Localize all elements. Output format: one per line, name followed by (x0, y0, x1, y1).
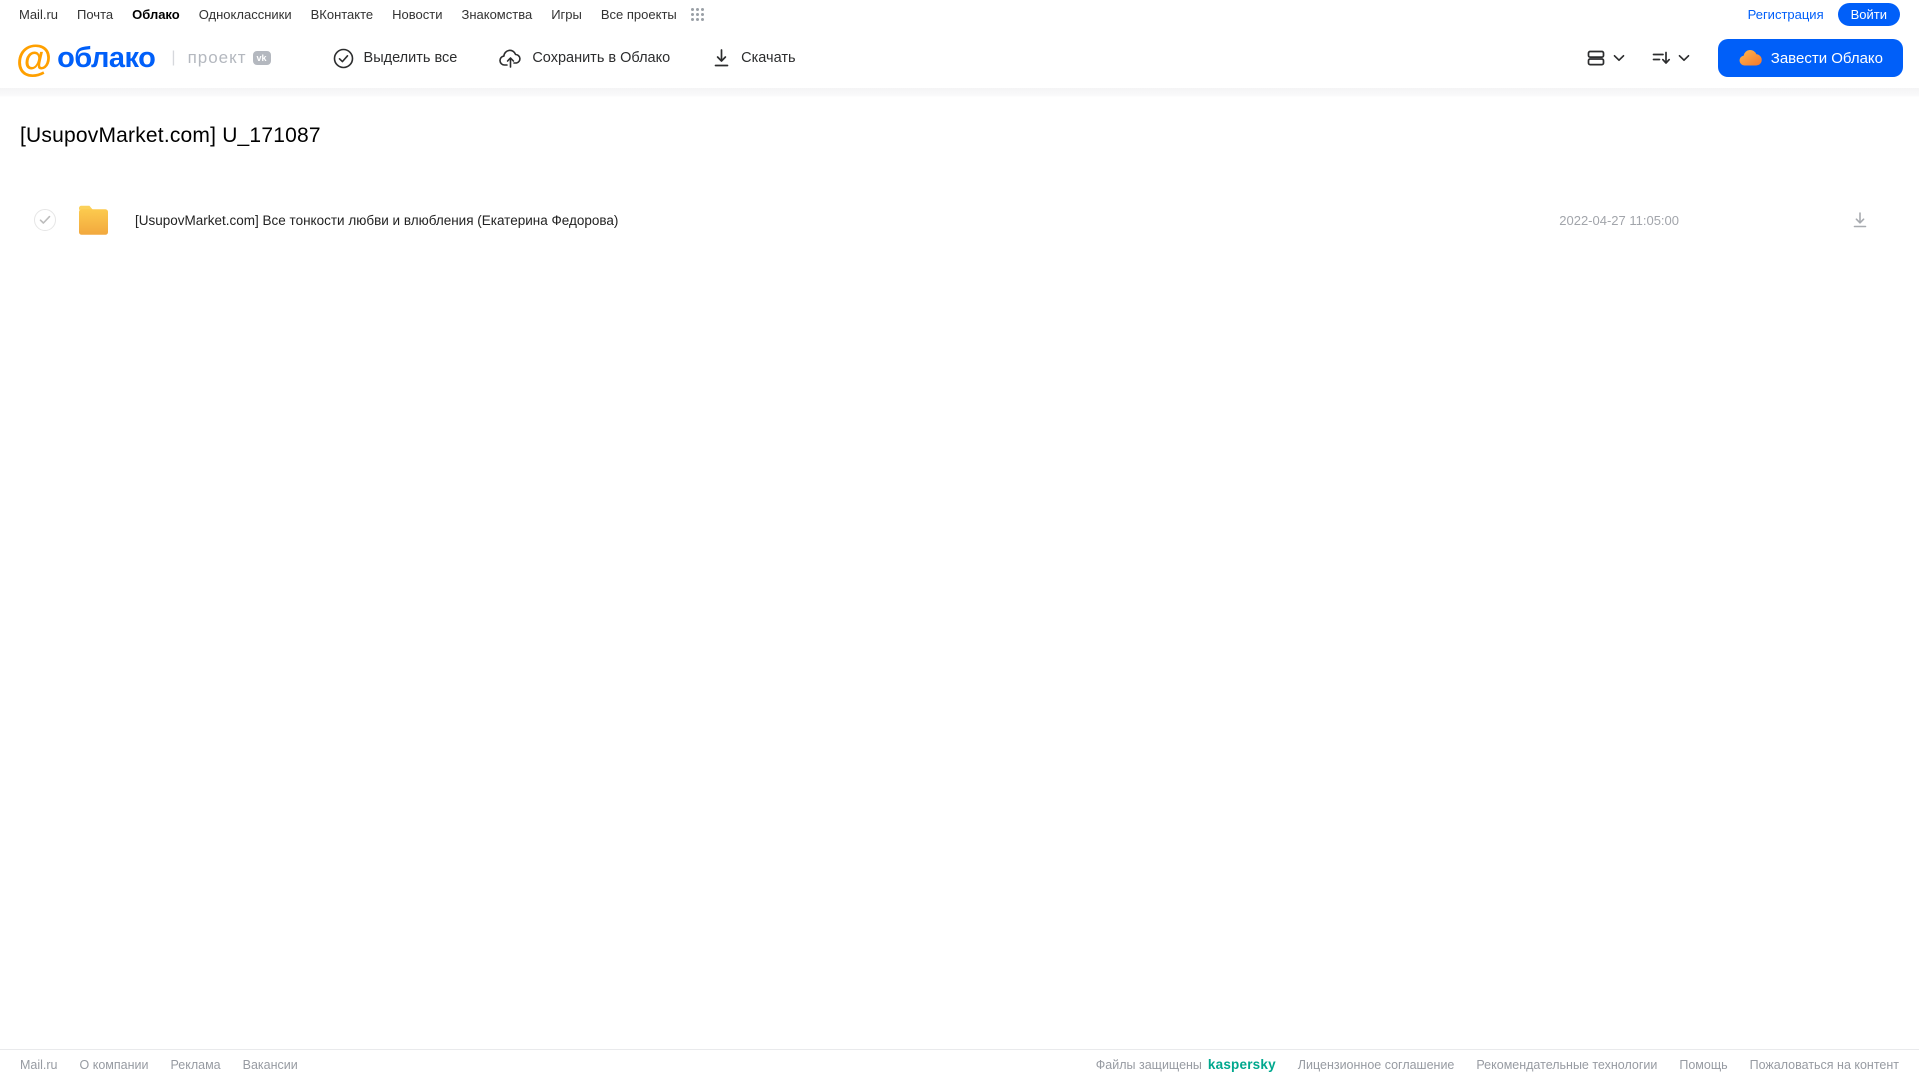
select-all-label: Выделить все (363, 50, 458, 66)
create-cloud-label: Завести Облако (1770, 49, 1883, 67)
save-to-cloud-label: Сохранить в Облако (532, 50, 671, 66)
login-button[interactable]: Войти (1837, 2, 1900, 26)
nav-link-dating[interactable]: Знакомства (461, 7, 532, 22)
footer-left-links: Mail.ru О компании Реклама Вакансии (20, 1058, 298, 1072)
mailru-at-icon: @ (16, 37, 52, 79)
nav-link-news[interactable]: Новости (392, 7, 442, 22)
download-label: Скачать (741, 50, 796, 66)
list-view-icon (1586, 48, 1606, 68)
portal-nav-auth: Регистрация Войти (1748, 2, 1900, 26)
main-content: [UsupovMarket.com] U_171087 [UsupovMarke… (0, 124, 1919, 243)
header-controls: Завести Облако (1586, 39, 1903, 77)
save-to-cloud-button[interactable]: Сохранить в Облако (499, 48, 670, 69)
sort-selector[interactable] (1651, 49, 1690, 67)
row-checkbox[interactable] (34, 209, 56, 231)
select-all-button[interactable]: Выделить все (333, 48, 458, 69)
nav-link-all-projects[interactable]: Все проекты (601, 7, 677, 22)
footer: Mail.ru О компании Реклама Вакансии Файл… (0, 1049, 1919, 1079)
project-label: проект (187, 48, 247, 67)
main-header: @ облако | проект vk Выделить все Сохран… (0, 28, 1919, 88)
footer-link-about[interactable]: О компании (80, 1058, 149, 1072)
sort-icon (1651, 49, 1671, 67)
nav-link-vkontakte[interactable]: ВКонтакте (311, 7, 374, 22)
footer-link-mailru[interactable]: Mail.ru (20, 1058, 58, 1072)
nav-link-mailru[interactable]: Mail.ru (19, 7, 58, 22)
file-row[interactable]: [UsupovMarket.com] Все тонкости любви и … (20, 197, 1899, 243)
cloud-icon (1738, 49, 1762, 67)
footer-link-report[interactable]: Пожаловаться на контент (1750, 1058, 1899, 1072)
chevron-down-icon (1613, 54, 1625, 62)
page-title: [UsupovMarket.com] U_171087 (20, 124, 321, 147)
nav-link-odnoklassniki[interactable]: Одноклассники (199, 7, 292, 22)
chevron-down-icon (1678, 54, 1690, 62)
row-download-icon[interactable] (1851, 211, 1869, 229)
protected-label: Файлы защищены (1095, 1057, 1202, 1072)
file-name[interactable]: [UsupovMarket.com] Все тонкости любви и … (135, 213, 1559, 228)
header-shadow (0, 88, 1919, 97)
nav-link-games[interactable]: Игры (551, 7, 582, 22)
check-circle-icon (333, 48, 354, 69)
cloud-upload-icon (499, 48, 522, 69)
logo-text: облако (57, 41, 156, 74)
footer-link-recommendations[interactable]: Рекомендательные технологии (1476, 1058, 1657, 1072)
footer-link-license[interactable]: Лицензионное соглашение (1298, 1058, 1455, 1072)
folder-icon (76, 205, 111, 236)
file-date: 2022-04-27 11:05:00 (1559, 212, 1679, 228)
logo-divider: | (171, 49, 176, 66)
portal-nav-links: Mail.ru Почта Облако Одноклассники ВКонт… (19, 7, 705, 22)
actions-toolbar: Выделить все Сохранить в Облако Скачать (333, 48, 796, 69)
footer-link-ads[interactable]: Реклама (170, 1058, 220, 1072)
download-icon (712, 48, 731, 68)
apps-grid-icon[interactable] (690, 7, 705, 22)
footer-link-help[interactable]: Помощь (1679, 1058, 1727, 1072)
download-button[interactable]: Скачать (712, 48, 796, 68)
portal-nav: Mail.ru Почта Облако Одноклассники ВКонт… (0, 0, 1919, 28)
nav-link-cloud[interactable]: Облако (132, 7, 180, 22)
registration-link[interactable]: Регистрация (1748, 7, 1824, 22)
cloud-logo[interactable]: @ облако | проект vk (16, 40, 271, 77)
create-cloud-button[interactable]: Завести Облако (1717, 39, 1903, 77)
nav-link-mail[interactable]: Почта (77, 7, 113, 22)
file-list: [UsupovMarket.com] Все тонкости любви и … (20, 197, 1899, 243)
footer-link-jobs[interactable]: Вакансии (243, 1058, 298, 1072)
vk-badge-icon: vk (252, 51, 271, 65)
kaspersky-protection: Файлы защищены kaspersky (1096, 1057, 1276, 1072)
footer-right-links: Файлы защищены kaspersky Лицензионное со… (1096, 1057, 1899, 1072)
kaspersky-logo[interactable]: kaspersky (1208, 1057, 1276, 1072)
view-mode-selector[interactable] (1586, 48, 1625, 68)
